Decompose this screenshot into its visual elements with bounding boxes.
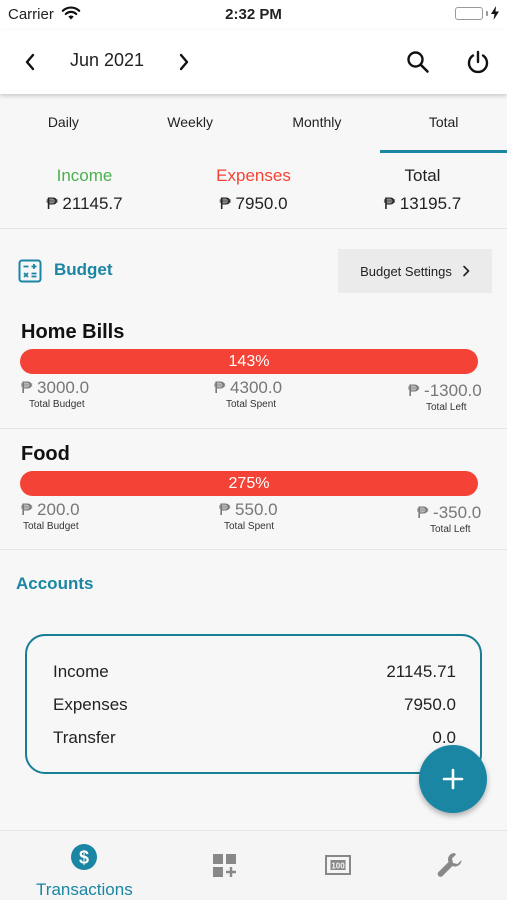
budget-item-name: Home Bills (21, 321, 125, 343)
account-row-expenses: Expenses 7950.0 (53, 695, 456, 715)
account-label: Transfer (53, 728, 116, 747)
budget-item-name: Food (21, 443, 70, 465)
total-spent-value: ₱ 4300.0 (214, 378, 283, 397)
total-spent-value: ₱ 550.0 (219, 500, 278, 519)
total-left-value: ₱ -1300.0 (408, 381, 482, 400)
budget-icon: 100 (325, 854, 352, 881)
nav-budget[interactable]: 100 (275, 831, 402, 900)
divider (0, 549, 507, 550)
budget-settings-label: Budget Settings (360, 263, 452, 279)
nav-dashboard[interactable] (162, 831, 289, 900)
total-spent-label: Total Spent (224, 521, 275, 532)
total-spent-label: Total Spent (226, 399, 277, 410)
budget-header: Budget Budget Settings (0, 248, 507, 294)
expenses-label: Expenses (216, 166, 291, 185)
power-icon (467, 50, 489, 74)
status-bar: Carrier 2:32 PM (0, 0, 507, 30)
nav-transactions[interactable]: $ Transactions (21, 831, 148, 900)
account-row-income: Income 21145.71 (53, 662, 456, 682)
active-tab-indicator (380, 150, 507, 153)
income-summary: Income ₱ 21145.7 (0, 160, 169, 214)
budget-progress-bar: 275% (20, 471, 478, 496)
bottom-nav: $ Transactions 100 (0, 830, 507, 900)
total-budget-label: Total Budget (29, 399, 85, 410)
battery-icon (455, 6, 499, 20)
income-label: Income (56, 166, 113, 185)
svg-text:100: 100 (332, 862, 346, 871)
search-button[interactable] (402, 46, 434, 78)
divider (0, 228, 507, 229)
chevron-right-icon (179, 53, 189, 71)
total-budget-value: ₱ 200.0 (21, 500, 80, 519)
app-header: Jun 2021 (0, 30, 507, 94)
budget-percent: 143% (228, 353, 270, 370)
add-transaction-button[interactable] (419, 745, 487, 813)
account-value: 7950.0 (404, 695, 456, 714)
account-label: Expenses (53, 695, 128, 714)
total-budget-label: Total Budget (23, 521, 79, 532)
budget-settings-button[interactable]: Budget Settings (338, 249, 492, 293)
total-budget-value: ₱ 3000.0 (21, 378, 90, 397)
nav-transactions-label: Transactions (36, 880, 133, 899)
search-icon (407, 51, 429, 73)
budget-percent: 275% (228, 475, 270, 492)
total-left-value: ₱ -350.0 (417, 503, 482, 522)
account-row-transfer: Transfer 0.0 (53, 728, 456, 748)
logout-button[interactable] (462, 46, 494, 78)
divider (0, 428, 507, 429)
summary-totals: Income ₱ 21145.7 Expenses ₱ 7950.0 Total… (0, 160, 507, 226)
dollar-icon: $ (70, 843, 98, 876)
clock: 2:32 PM (225, 6, 282, 23)
nav-settings[interactable] (387, 831, 507, 900)
account-value: 21145.71 (386, 662, 456, 681)
dashboard-add-icon (212, 853, 238, 884)
next-month-button[interactable] (168, 46, 200, 78)
svg-text:$: $ (79, 848, 89, 868)
total-value: ₱ 13195.7 (383, 194, 462, 213)
expenses-summary: Expenses ₱ 7950.0 (169, 160, 338, 214)
total-label: Total (404, 166, 441, 185)
tab-weekly[interactable]: Weekly (127, 94, 254, 154)
month-label: Jun 2021 (70, 50, 145, 70)
budget-progress-bar: 143% (20, 349, 478, 374)
wrench-icon (436, 851, 464, 884)
accounts-card: Income 21145.71 Expenses 7950.0 Transfer… (25, 634, 482, 774)
previous-month-button[interactable] (14, 46, 46, 78)
tab-monthly[interactable]: Monthly (254, 94, 381, 154)
budget-item[interactable]: Home Bills 143% ₱ 3000.0 Total Budget ₱ … (0, 318, 507, 428)
account-label: Income (53, 662, 109, 681)
tab-total[interactable]: Total (380, 94, 507, 154)
accounts-title: Accounts (16, 574, 94, 593)
tab-daily[interactable]: Daily (0, 94, 127, 154)
total-left-label: Total Left (430, 524, 471, 535)
budget-item[interactable]: Food 275% ₱ 200.0 Total Budget ₱ 550.0 T… (0, 441, 507, 549)
income-value: ₱ 21145.7 (46, 194, 123, 213)
total-left-label: Total Left (426, 402, 467, 413)
expenses-value: ₱ 7950.0 (219, 194, 288, 213)
calculator-icon (18, 259, 42, 288)
plus-icon (442, 768, 464, 790)
chevron-left-icon (25, 53, 35, 71)
total-summary: Total ₱ 13195.7 (338, 160, 507, 214)
budget-title: Budget (54, 260, 113, 279)
chevron-right-icon (463, 265, 470, 277)
period-tabs: Daily Weekly Monthly Total (0, 94, 507, 154)
